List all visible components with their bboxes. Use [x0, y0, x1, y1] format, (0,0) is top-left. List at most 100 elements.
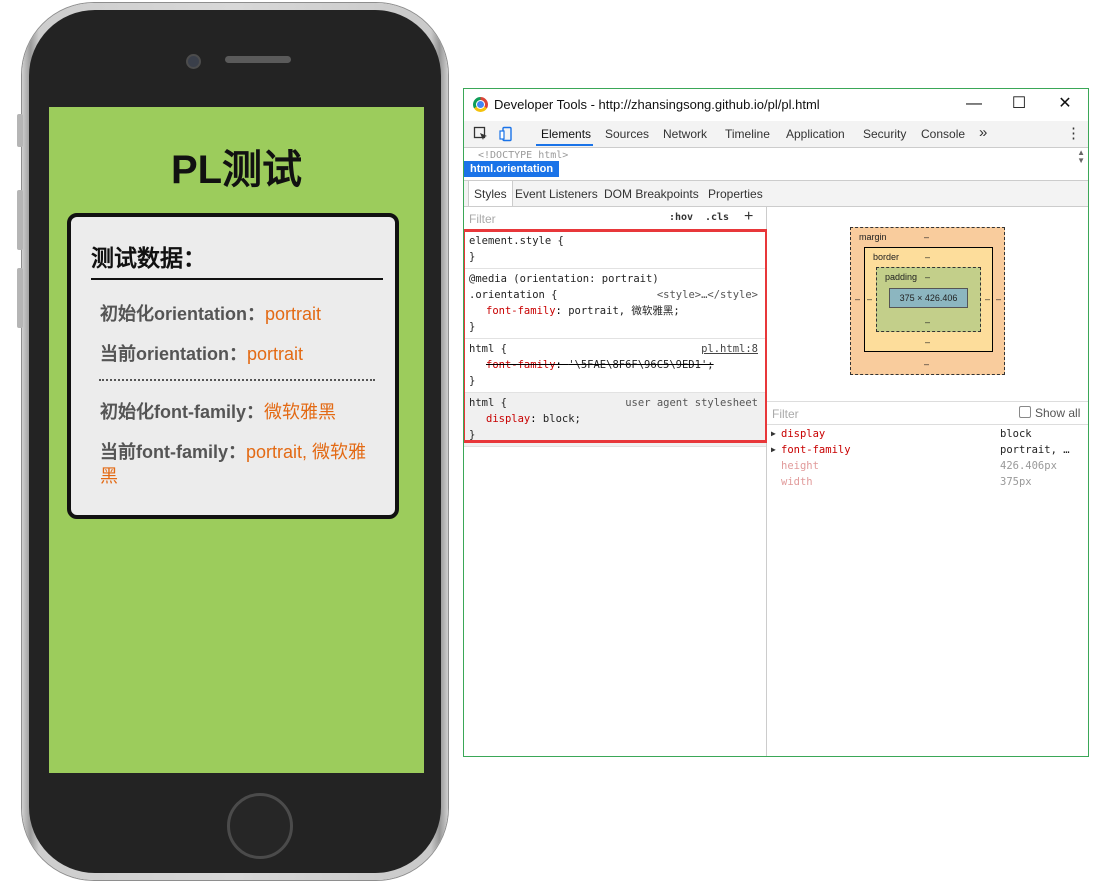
minimize-button[interactable]: — [961, 92, 987, 116]
styles-filter-input[interactable]: Filter [469, 212, 496, 226]
rule-property[interactable]: display: block; [469, 411, 762, 427]
rule-selector: html { [469, 343, 507, 355]
heading-divider [91, 278, 383, 280]
property-name: font-family [486, 359, 556, 371]
tab-application[interactable]: Application [786, 127, 845, 141]
margin-bottom-value: – [924, 359, 930, 369]
subtab-styles[interactable]: Styles [468, 181, 513, 206]
expand-triangle-icon[interactable]: ▶ [771, 426, 776, 442]
inspect-element-icon[interactable] [473, 126, 489, 142]
computed-name: height [781, 460, 819, 472]
row-current-orientation: 当前orientation：portrait [100, 342, 380, 366]
property-value: block; [542, 413, 581, 425]
row-init-font-family: 初始化font-family：微软雅黑 [100, 400, 380, 424]
computed-name: width [781, 476, 813, 488]
rule-source: user agent stylesheet [625, 397, 758, 409]
styles-filter-bar: Filter :hov .cls + [464, 207, 766, 230]
box-model-content[interactable]: 375 × 426.406 [889, 288, 968, 308]
test-data-card: 测试数据： 初始化orientation：portrait 当前orientat… [67, 213, 399, 519]
devtools-tabbar: Elements Sources Network Timeline Applic… [464, 121, 1088, 148]
rule-media-orientation[interactable]: @media (orientation: portrait) .orientat… [464, 269, 766, 339]
border-bottom-value: – [925, 337, 931, 347]
new-style-rule-button[interactable]: + [744, 208, 753, 226]
card-heading: 测试数据： [91, 245, 206, 271]
tab-timeline[interactable]: Timeline [725, 127, 770, 141]
devtools-window: Developer Tools - http://zhansingsong.gi… [463, 88, 1089, 757]
checkbox-icon[interactable] [1019, 406, 1031, 418]
computed-row-width[interactable]: width 375px [767, 474, 1088, 490]
maximize-button[interactable]: ☐ [1006, 92, 1032, 116]
rule-selector: html { [469, 397, 507, 409]
box-model-padding[interactable]: padding – – 375 × 426.406 [876, 267, 981, 332]
volume-down-button [17, 268, 23, 328]
close-button[interactable]: ✕ [1052, 92, 1078, 116]
subtab-properties[interactable]: Properties [708, 187, 763, 201]
padding-top-value: – [925, 272, 931, 282]
box-model-margin[interactable]: margin – – – – border – – – – padding – … [850, 227, 1005, 375]
subtab-dom-breakpoints[interactable]: DOM Breakpoints [604, 187, 699, 201]
computed-row-display[interactable]: ▶ display block [767, 426, 1088, 442]
rule-element-style[interactable]: element.style { } [464, 231, 766, 269]
computed-name: display [781, 428, 826, 440]
customize-menu-button[interactable]: ⋮ [1066, 124, 1081, 142]
source-link-pl-html[interactable]: pl.html:8 [701, 341, 758, 357]
rule-selector: .orientation { [469, 289, 558, 301]
phone-screen: PL测试 测试数据： 初始化orientation：portrait 当前ori… [49, 107, 424, 773]
computed-filter-input[interactable]: Filter [772, 407, 799, 421]
row-label: 当前orientation： [100, 344, 247, 364]
rule-close: } [469, 321, 476, 333]
rule-source[interactable]: <style>…</style> [657, 287, 758, 303]
rule-html-author[interactable]: html { pl.html:8 font-family: '\5FAE\8F6… [464, 339, 766, 393]
computed-pane: margin – – – – border – – – – padding – … [767, 207, 1088, 756]
computed-value: portrait, … [1000, 444, 1070, 456]
volume-up-button [17, 190, 23, 250]
cls-toggle[interactable]: .cls [705, 212, 729, 223]
computed-name: font-family [781, 444, 851, 456]
active-tab-indicator [536, 144, 593, 146]
margin-right-value: – [996, 294, 1002, 304]
rule-close: } [469, 429, 476, 441]
tab-console[interactable]: Console [921, 127, 965, 141]
tab-security[interactable]: Security [863, 127, 906, 141]
window-title: Developer Tools - http://zhansingsong.gi… [494, 97, 820, 112]
border-left-value: – [867, 294, 873, 304]
rule-user-agent-html[interactable]: html { user agent stylesheet display: bl… [464, 393, 766, 447]
show-all-checkbox[interactable]: Show all [1019, 406, 1080, 420]
row-value: portrait [265, 304, 322, 324]
breadcrumb-html-orientation[interactable]: html.orientation [464, 161, 560, 177]
tab-sources[interactable]: Sources [605, 127, 649, 141]
tab-elements[interactable]: Elements [541, 127, 591, 141]
border-top-value: – [925, 252, 931, 262]
window-titlebar: Developer Tools - http://zhansingsong.gi… [464, 89, 1088, 120]
media-query: @media (orientation: portrait) [469, 273, 659, 285]
style-rules: element.style { } @media (orientation: p… [464, 229, 768, 447]
speaker-grille [225, 56, 291, 63]
subtab-event-listeners[interactable]: Event Listeners [515, 187, 598, 201]
front-camera-icon [186, 54, 201, 69]
more-tabs-button[interactable]: » [979, 124, 987, 141]
elements-tree-area: <!DOCTYPE html> html.orientation ▲ ▼ [464, 148, 1088, 178]
box-model-border[interactable]: border – – – – padding – – 375 × 426.406 [864, 247, 993, 352]
tab-network[interactable]: Network [663, 127, 707, 141]
expand-triangle-icon[interactable]: ▶ [771, 442, 776, 458]
rule-close: } [469, 251, 476, 263]
doctype-node[interactable]: <!DOCTYPE html> [478, 150, 568, 161]
margin-label: margin [859, 232, 887, 242]
hov-toggle[interactable]: :hov [669, 212, 693, 223]
property-value: '\5FAE\8F6F\96C5\9ED1'; [568, 359, 714, 371]
computed-row-font-family[interactable]: ▶ font-family portrait, … [767, 442, 1088, 458]
row-current-font-family: 当前font-family：portrait, 微软雅黑 [100, 440, 380, 488]
home-button[interactable] [227, 793, 293, 859]
rule-property-overridden[interactable]: font-family: '\5FAE\8F6F\96C5\9ED1'; [469, 357, 762, 373]
computed-filter-bar: Filter Show all [767, 401, 1088, 425]
rule-close: } [469, 375, 476, 387]
computed-row-height[interactable]: height 426.406px [767, 458, 1088, 474]
tree-scroll-arrows[interactable]: ▲ ▼ [1077, 149, 1085, 165]
property-value: portrait, 微软雅黑; [568, 305, 680, 317]
mute-switch [17, 114, 23, 147]
dotted-divider [99, 379, 375, 381]
rule-property[interactable]: font-family: portrait, 微软雅黑; [469, 303, 762, 319]
styles-pane: Filter :hov .cls + element.style { } @me… [464, 207, 768, 756]
device-toolbar-icon[interactable] [499, 126, 515, 142]
border-right-value: – [985, 294, 991, 304]
